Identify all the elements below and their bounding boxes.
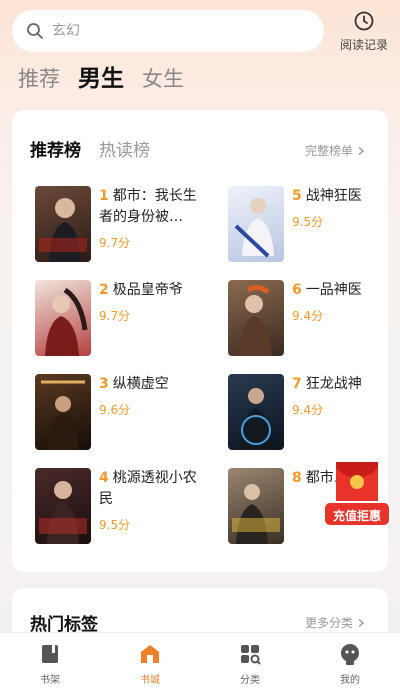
tab-female[interactable]: 女生 xyxy=(142,64,184,94)
bottom-nav: 书架 书城 分类 我的 xyxy=(0,632,400,690)
chevron-right-icon xyxy=(356,146,366,156)
book-item[interactable]: 7 狂龙战神 9.4分 xyxy=(228,374,398,452)
book-cover xyxy=(35,186,91,262)
book-title: 极品皇帝爷 xyxy=(112,282,183,298)
more-categories-label: 更多分类 xyxy=(304,616,353,630)
nav-profile[interactable]: 我的 xyxy=(300,633,400,690)
reading-history-button[interactable]: 阅读记录 xyxy=(332,8,396,56)
nav-store-label: 书城 xyxy=(140,675,160,686)
tab-hot-rank[interactable]: 热读榜 xyxy=(99,136,150,161)
ranking-tabs: 推荐榜 热读榜 xyxy=(30,136,168,161)
book-score: 9.7分 xyxy=(99,236,131,250)
book-item[interactable]: 2 极品皇帝爷 9.7分 xyxy=(35,280,205,358)
book-rank: 4 xyxy=(99,470,109,486)
book-item[interactable]: 3 纵横虚空 9.6分 xyxy=(35,374,205,452)
book-cover xyxy=(228,280,284,356)
category-icon xyxy=(238,642,262,666)
book-cover xyxy=(228,468,284,544)
bookshelf-icon xyxy=(38,642,62,666)
book-cover xyxy=(35,374,91,450)
tab-male[interactable]: 男生 xyxy=(78,64,124,94)
book-rank: 6 xyxy=(292,282,302,298)
more-categories-link[interactable]: 更多分类 xyxy=(305,614,366,631)
book-title: 桃源透视小农民 xyxy=(99,470,197,507)
book-cover xyxy=(35,280,91,356)
nav-store[interactable]: 书城 xyxy=(100,633,200,690)
book-item[interactable]: 5 战神狂医 9.5分 xyxy=(228,186,398,264)
book-rank: 8 xyxy=(292,470,302,486)
book-score: 9.4分 xyxy=(292,403,324,417)
book-score: 9.6分 xyxy=(99,403,131,417)
book-rank: 1 xyxy=(99,188,109,204)
book-rank: 3 xyxy=(99,376,109,392)
store-icon xyxy=(138,642,162,666)
book-score: 9.4分 xyxy=(292,309,324,323)
recharge-promo-packet[interactable]: 充值拒惠 xyxy=(322,458,392,534)
book-rank: 2 xyxy=(99,282,109,298)
book-score: 9.5分 xyxy=(99,518,131,532)
book-cover xyxy=(35,468,91,544)
nav-category-label: 分类 xyxy=(240,675,260,686)
nav-bookshelf[interactable]: 书架 xyxy=(0,633,100,690)
book-item[interactable]: 1 都市：我长生者的身份被… 9.7分 xyxy=(35,186,205,264)
chevron-right-icon xyxy=(356,618,366,628)
clock-icon xyxy=(353,10,375,32)
book-score: 9.7分 xyxy=(99,309,131,323)
search-bar[interactable] xyxy=(12,10,324,52)
book-title: 一品神医 xyxy=(305,282,362,298)
book-cover xyxy=(228,374,284,450)
recharge-promo-label: 充值拒惠 xyxy=(332,509,381,523)
book-title: 狂龙战神 xyxy=(305,376,362,392)
book-title: 纵横虚空 xyxy=(112,376,169,392)
book-title: 战神狂医 xyxy=(305,188,362,204)
nav-bookshelf-label: 书架 xyxy=(40,675,60,686)
book-score: 9.5分 xyxy=(292,215,324,229)
reading-history-label: 阅读记录 xyxy=(339,38,388,52)
profile-icon xyxy=(338,642,362,666)
channel-tabs: 推荐 男生 女生 xyxy=(18,64,202,94)
book-cover xyxy=(228,186,284,262)
tab-recommend[interactable]: 推荐 xyxy=(18,64,60,94)
book-rank: 7 xyxy=(292,376,302,392)
nav-profile-label: 我的 xyxy=(340,675,360,686)
book-title: 都市：我长生者的身份被… xyxy=(99,188,197,225)
tab-recommend-rank[interactable]: 推荐榜 xyxy=(30,136,81,161)
full-ranking-link[interactable]: 完整榜单 xyxy=(305,142,366,159)
full-ranking-label: 完整榜单 xyxy=(304,144,353,158)
search-icon xyxy=(26,22,44,40)
book-rank: 5 xyxy=(292,188,302,204)
search-input[interactable] xyxy=(52,23,302,39)
book-item[interactable]: 6 一品神医 9.4分 xyxy=(228,280,398,358)
book-item[interactable]: 4 桃源透视小农民 9.5分 xyxy=(35,468,205,546)
nav-category[interactable]: 分类 xyxy=(200,633,300,690)
